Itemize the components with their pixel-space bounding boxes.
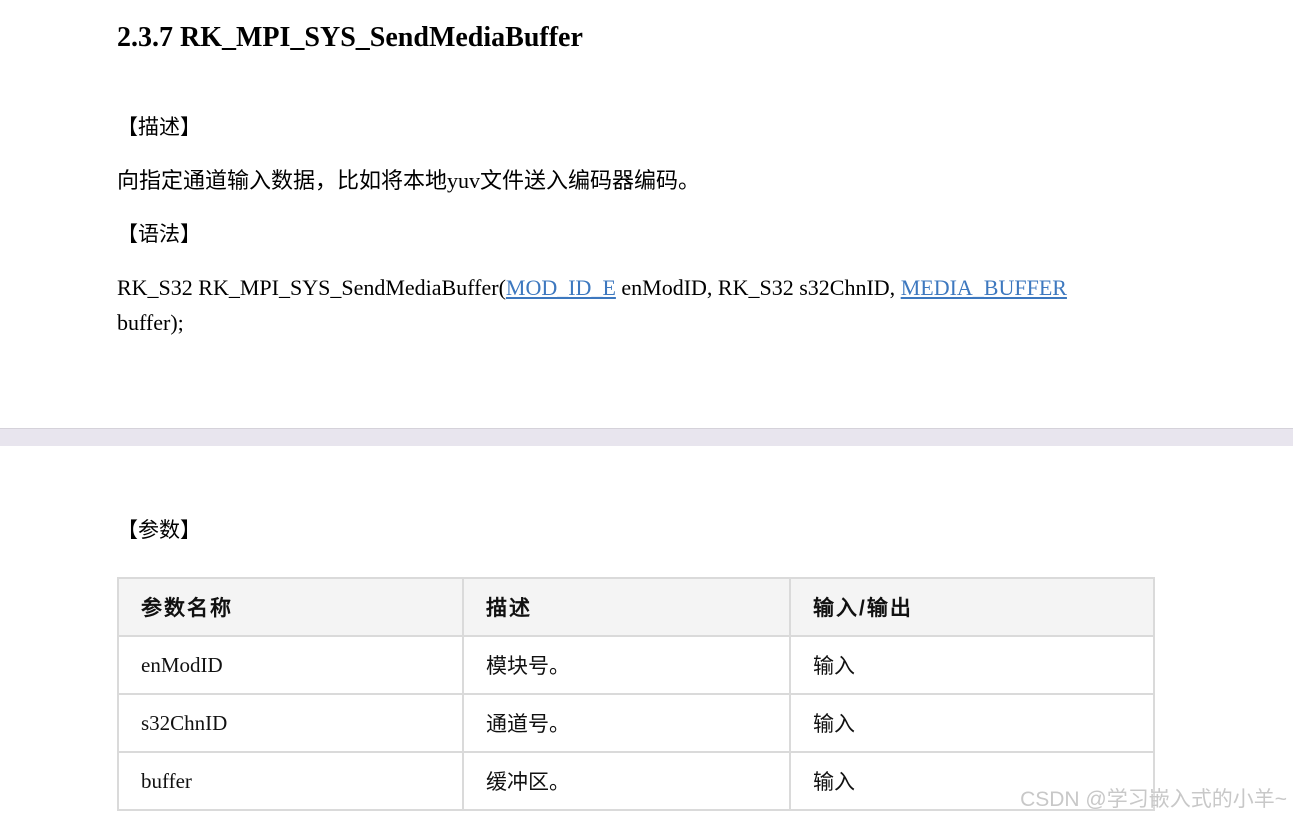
document-page: 2.3.7 RK_MPI_SYS_SendMediaBuffer 【描述】 向指…	[0, 0, 1293, 822]
params-label: 【参数】	[117, 518, 201, 542]
table-row: buffer 缓冲区。 输入	[117, 751, 1155, 811]
param-description-cell: 通道号。	[462, 693, 791, 753]
page-separator	[0, 428, 1293, 446]
params-table: 参数名称 描述 输入/输出 enModID 模块号。 输入 s32ChnID 通…	[117, 577, 1155, 811]
table-header-row: 参数名称 描述 输入/输出	[117, 577, 1155, 637]
param-name-cell: enModID	[117, 635, 464, 695]
syntax-middle: enModID, RK_S32 s32ChnID,	[615, 275, 901, 300]
syntax-prefix: RK_S32 RK_MPI_SYS_SendMediaBuffer(	[117, 275, 506, 300]
param-description-cell: 缓冲区。	[462, 751, 791, 811]
syntax-line-2: buffer);	[117, 310, 184, 335]
header-input-output: 输入/输出	[789, 577, 1155, 637]
section-heading: 2.3.7 RK_MPI_SYS_SendMediaBuffer	[117, 22, 583, 53]
header-param-name: 参数名称	[117, 577, 464, 637]
header-description: 描述	[462, 577, 791, 637]
description-label: 【描述】	[117, 115, 201, 139]
description-text: 向指定通道输入数据，比如将本地yuv文件送入编码器编码。	[117, 168, 701, 193]
syntax-block: RK_S32 RK_MPI_SYS_SendMediaBuffer(MOD_ID…	[117, 270, 1067, 340]
param-name-cell: buffer	[117, 751, 464, 811]
mod-id-e-link[interactable]: MOD_ID_E	[506, 275, 616, 300]
table-row: s32ChnID 通道号。 输入	[117, 693, 1155, 753]
syntax-label: 【语法】	[117, 222, 201, 246]
watermark: CSDN @学习嵌入式的小羊~	[1020, 788, 1287, 811]
table-row: enModID 模块号。 输入	[117, 635, 1155, 695]
param-name-cell: s32ChnID	[117, 693, 464, 753]
syntax-line-1: RK_S32 RK_MPI_SYS_SendMediaBuffer(MOD_ID…	[117, 270, 1067, 305]
param-direction-cell: 输入	[789, 693, 1155, 753]
media-buffer-link[interactable]: MEDIA_BUFFER	[901, 275, 1067, 300]
param-description-cell: 模块号。	[462, 635, 791, 695]
param-direction-cell: 输入	[789, 635, 1155, 695]
